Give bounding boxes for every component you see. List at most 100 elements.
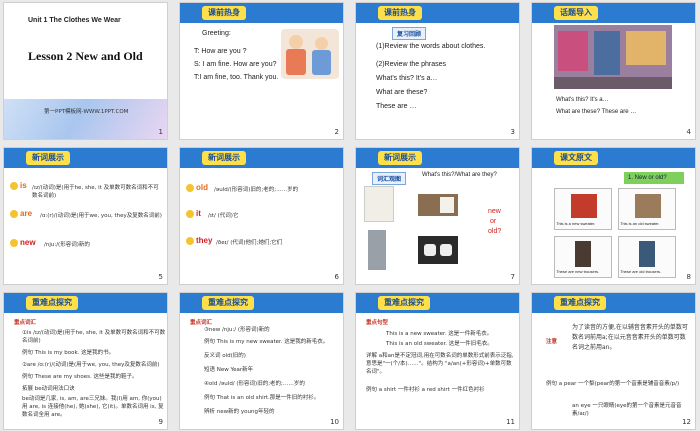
slide-number: 8 bbox=[686, 273, 691, 281]
slide-text: 为了读音的方便,在以辅音音素开头的单数可数名词前用a;在以元音音素开头的单数可数… bbox=[572, 324, 688, 351]
header-bar: 重难点探究 bbox=[4, 293, 167, 313]
slide-text: 拓展 be动词用法口诀 bbox=[22, 386, 75, 392]
slide-thumbnail-5[interactable]: 新词展示 is /ɪz/(动词)是(用于he, she, it 及单数可数名词和… bbox=[3, 147, 168, 285]
header-bar: 话题导入 bbox=[532, 3, 695, 23]
slide-text: an eye 一只眼睛(eye的第一个音素是元音音素/aɪ/) bbox=[572, 403, 682, 417]
section-tag: 重难点探究 bbox=[554, 296, 606, 310]
slide-number: 6 bbox=[334, 273, 339, 281]
section-tag: 重难点探究 bbox=[26, 296, 78, 310]
slide-text: 反义词 old(旧的) bbox=[204, 353, 246, 359]
shoes-image bbox=[418, 236, 458, 264]
vocab-definition: /ɪt/ (代词)它 bbox=[208, 213, 239, 219]
slide-thumbnail-8[interactable]: 课文原文 1. New or old? This is a new sweate… bbox=[531, 147, 696, 285]
slide-number: 12 bbox=[682, 418, 691, 426]
slide-text: ④old /əuld/ (形容词)旧的;老的;……岁的 bbox=[204, 381, 305, 387]
slide-text: 短语 New Year新年 bbox=[204, 367, 254, 373]
vocab-definition: /nju:/(形容词)新的 bbox=[44, 242, 90, 248]
slide-thumbnail-10[interactable]: 重难点探究 重点词汇 ③new /nju:/ (形容词)新的 例句 This i… bbox=[179, 292, 344, 430]
slide-text: 例句 These are my shoes. 这些是我的鞋子。 bbox=[22, 374, 138, 380]
section-label: 重点句型 bbox=[366, 320, 389, 326]
slide-text: 例句 a shirt 一件衬衫 a red shirt 一件红色衬衫 bbox=[366, 387, 485, 393]
slide-text: ①is /ɪz/(动词)是(用于he, she, it 及单数可数名词和不可数名… bbox=[22, 330, 166, 344]
unit-title: Unit 1 The Clothes We Wear bbox=[28, 17, 121, 24]
slide-text: 辨析 new新的 young年轻的 bbox=[204, 409, 275, 415]
vocab-word: old bbox=[196, 183, 208, 192]
slide-text: T:I am fine, too. Thank you. bbox=[194, 74, 279, 81]
slide-text: Greeting: bbox=[202, 30, 231, 37]
bullet-icon bbox=[186, 237, 194, 245]
slide-text: ③new /nju:/ (形容词)新的 bbox=[204, 327, 270, 333]
slide-thumbnail-9[interactable]: 重难点探究 重点词汇 ①is /ɪz/(动词)是(用于he, she, it 及… bbox=[3, 292, 168, 430]
review-label: 复习回顾 bbox=[392, 27, 427, 40]
slide-number: 11 bbox=[506, 418, 515, 426]
trousers-image bbox=[368, 230, 386, 270]
slide-text: What's this? It's a… bbox=[556, 97, 609, 103]
caption: This is an old sweater. bbox=[620, 221, 660, 226]
section-tag: 新词展示 bbox=[378, 151, 422, 165]
vocab-word: is bbox=[20, 181, 27, 190]
slide-thumbnail-1[interactable]: Unit 1 The Clothes We Wear Lesson 2 New … bbox=[3, 2, 168, 140]
section-tag: 新词展示 bbox=[202, 151, 246, 165]
header-bar: 重难点探究 bbox=[180, 293, 343, 313]
slide-text: These are … bbox=[376, 103, 417, 110]
bullet-icon bbox=[186, 210, 194, 218]
section-tag: 话题导入 bbox=[554, 6, 598, 20]
section-label: 重点词汇 bbox=[14, 320, 37, 326]
header-bar: 新词展示 bbox=[180, 148, 343, 168]
bullet-icon bbox=[10, 239, 18, 247]
slide-text: ②are /ɑ:(r)/(动词)是(用于we, you, they及复数名词前) bbox=[22, 362, 160, 368]
slide-number: 4 bbox=[686, 128, 691, 136]
slide-text: S: I am fine. How are you? bbox=[194, 61, 277, 68]
vocab-definition: /ðeɪ/ (代词)他们;她们;它们 bbox=[216, 240, 283, 246]
slide-text: (1)Review the words about clothes. bbox=[376, 43, 486, 50]
side-text: new bbox=[488, 208, 501, 215]
header-bar: 课前热身 bbox=[180, 3, 343, 23]
section-tag: 新词展示 bbox=[26, 151, 70, 165]
slide-thumbnail-12[interactable]: 重难点探究 为了读音的方便,在以辅音音素开头的单数可数名词前用a;在以元音音素开… bbox=[531, 292, 696, 430]
greeting-illustration bbox=[281, 29, 339, 79]
slide-thumbnail-4[interactable]: 话题导入 What's this? It's a… What are these… bbox=[531, 2, 696, 140]
slide-number: 1 bbox=[158, 128, 163, 136]
bullet-icon bbox=[10, 182, 18, 190]
note-label: 注意 bbox=[546, 339, 558, 345]
slide-sorter-grid: Unit 1 The Clothes We Wear Lesson 2 New … bbox=[3, 2, 697, 430]
vocab-definition: /ɪz/(动词)是(用于he, she, it 及单数可数名词和不可数名词前) bbox=[32, 185, 159, 199]
caption: These are old trousers. bbox=[620, 269, 662, 274]
header-bar: 新词展示 bbox=[4, 148, 167, 168]
slide-thumbnail-11[interactable]: 重难点探究 重点句型 This is a new sweater. 这是一件新毛… bbox=[355, 292, 520, 430]
vocab-definition: /ɑ:(r)/(动词)是(用于we, you, they及复数名词前) bbox=[40, 213, 162, 219]
slide-thumbnail-3[interactable]: 课前热身 复习回顾 (1)Review the words about clot… bbox=[355, 2, 520, 140]
caption: These are new trousers. bbox=[556, 269, 600, 274]
vocab-picture-label: 词汇观图 bbox=[372, 172, 407, 185]
vocab-word: it bbox=[196, 209, 201, 218]
slide-number: 3 bbox=[510, 128, 515, 136]
slide-text: This is a new sweater. 这是一件新毛衣。 bbox=[386, 331, 493, 337]
lesson-part-label: 1. New or old? bbox=[624, 172, 684, 184]
slide-text: 例句 This is my book. 这是我的书。 bbox=[22, 350, 115, 356]
header-bar: 重难点探究 bbox=[356, 293, 519, 313]
books-image bbox=[418, 194, 458, 216]
side-text: or bbox=[490, 218, 497, 225]
vocab-word: new bbox=[20, 238, 36, 247]
section-tag: 重难点探究 bbox=[202, 296, 254, 310]
vocab-word: they bbox=[196, 236, 213, 245]
section-tag: 重难点探究 bbox=[378, 296, 430, 310]
slide-number: 9 bbox=[158, 418, 163, 426]
caption: This is a new sweater. bbox=[556, 221, 596, 226]
slide-thumbnail-6[interactable]: 新词展示 old /əuld/(形容词)旧的;老的;……岁的 it /ɪt/ (… bbox=[179, 147, 344, 285]
slide-number: 5 bbox=[158, 273, 163, 281]
slide-thumbnail-2[interactable]: 课前热身 Greeting: T: How are you ? S: I am … bbox=[179, 2, 344, 140]
slide-number: 2 bbox=[334, 128, 339, 136]
slide-text: 例句 That is an old shirt.那是一件旧的衬衫。 bbox=[204, 395, 320, 401]
slide-text: What's this?/What are they? bbox=[422, 172, 497, 178]
header-bar: 重难点探究 bbox=[532, 293, 695, 313]
wave-decoration bbox=[4, 99, 167, 139]
bullet-icon bbox=[10, 210, 18, 218]
vocab-definition: /əuld/(形容词)旧的;老的;……岁的 bbox=[214, 187, 299, 193]
section-tag: 课前热身 bbox=[378, 6, 422, 20]
slide-thumbnail-7[interactable]: 新词展示 词汇观图 What's this?/What are they? ne… bbox=[355, 147, 520, 285]
header-bar: 新词展示 bbox=[356, 148, 519, 168]
slide-text: (2)Review the phrases bbox=[376, 61, 447, 68]
slide-number: 10 bbox=[330, 418, 339, 426]
slide-number: 7 bbox=[510, 273, 515, 281]
